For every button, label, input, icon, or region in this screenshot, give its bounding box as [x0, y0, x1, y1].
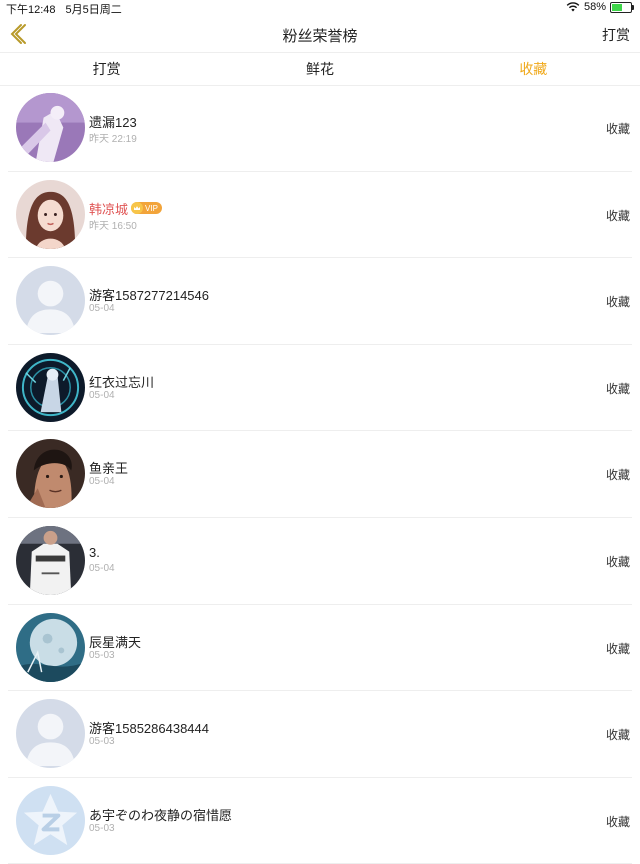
fan-name: 游客1585286438444	[89, 718, 209, 737]
woman-photo-avatar[interactable]	[16, 179, 85, 249]
fan-name-text: 鱼亲王	[89, 461, 129, 477]
fan-time: 05-04	[89, 562, 115, 574]
fan-name: 辰星满天	[89, 632, 141, 651]
favorite-label: 收藏	[605, 468, 630, 483]
fan-name-text: 红衣过忘川	[89, 374, 155, 390]
favorite-label: 收藏	[605, 381, 630, 396]
favorite-label: 收藏	[605, 641, 630, 656]
fan-time: 05-03	[89, 649, 115, 661]
favorite-label: 收藏	[605, 814, 630, 829]
list-item[interactable]: 游客1585286438444 05-03 收藏	[8, 691, 632, 778]
favorite-label: 收藏	[605, 554, 630, 569]
fan-name: 韩凉城 VIP	[89, 199, 162, 218]
status-right: 58%	[566, 1, 634, 13]
tab-bar: 打赏 鲜花 收藏	[0, 52, 640, 86]
fan-time: 05-04	[89, 476, 115, 488]
fan-time: 05-03	[89, 822, 115, 834]
fan-name: 游客1587277214546	[89, 285, 209, 304]
fan-name: 红衣过忘川	[89, 372, 154, 391]
qq-logo-avatar[interactable]	[16, 785, 85, 855]
list-item[interactable]: 辰星满天 05-03 收藏	[8, 605, 632, 692]
list-item[interactable]: 红衣过忘川 05-04 收藏	[8, 345, 632, 432]
favorite-label: 收藏	[605, 728, 630, 743]
nav-bar: 粉丝荣誉榜 打赏	[0, 16, 640, 52]
reward-button[interactable]: 打赏	[602, 25, 630, 45]
favorite-label: 收藏	[605, 208, 630, 223]
man-photo-avatar[interactable]	[16, 439, 85, 509]
fan-time: 昨天 16:50	[89, 220, 137, 232]
fan-name-text: 辰星满天	[89, 634, 142, 650]
favorite-label: 收藏	[605, 295, 630, 310]
favorite-label: 收藏	[605, 122, 630, 136]
list-item[interactable]: 遗漏123 昨天 22:19 收藏	[8, 85, 632, 172]
crown-icon	[131, 202, 144, 215]
default-user-avatar[interactable]	[16, 699, 85, 769]
lonely-shirt-avatar[interactable]	[16, 525, 85, 595]
vip-text: VIP	[145, 203, 158, 213]
vip-badge: VIP	[131, 202, 162, 215]
fan-name-text: 游客1587277214546	[89, 288, 209, 304]
battery-fill	[612, 3, 622, 11]
list-item[interactable]: 鱼亲王 05-04 收藏	[8, 431, 632, 518]
fan-name-text: 遗漏123	[89, 115, 137, 130]
fan-name: 鱼亲王	[89, 458, 128, 477]
status-date: 5月5日周二	[65, 4, 122, 16]
fan-time: 05-03	[89, 736, 115, 748]
fan-name-text: 3.	[89, 544, 100, 560]
list-item[interactable]: 游客1587277214546 05-04 收藏	[8, 258, 632, 345]
fan-time: 昨天 22:19	[89, 134, 137, 145]
fan-name-text: あ宇ぞのわ夜静の宿惜愿	[89, 807, 233, 823]
anime-dark-avatar[interactable]	[16, 352, 85, 422]
fan-name-text: 游客1585286438444	[89, 721, 209, 737]
fan-list: 遗漏123 昨天 22:19 收藏 韩凉城 VIP 昨天 16:50 收藏 游客1…	[0, 85, 640, 864]
list-item[interactable]: 韩凉城 VIP 昨天 16:50 收藏	[8, 172, 632, 259]
tab-reward[interactable]: 打赏	[0, 53, 213, 85]
list-item[interactable]: 3. 05-04 收藏	[8, 518, 632, 605]
tab-flowers[interactable]: 鲜花	[213, 53, 426, 85]
moon-art-avatar[interactable]	[16, 612, 85, 682]
default-user-avatar[interactable]	[16, 266, 85, 336]
fan-time: 05-04	[89, 303, 115, 315]
tab-favorites[interactable]: 收藏	[427, 53, 640, 85]
purple-photo-avatar[interactable]	[16, 93, 85, 162]
status-left: 下午12:48 5月5日周二	[6, 1, 132, 17]
battery-percent: 58%	[583, 1, 606, 13]
fan-time: 05-04	[89, 389, 115, 401]
list-item[interactable]: あ宇ぞのわ夜静の宿惜愿 05-03 收藏	[8, 778, 632, 864]
battery-icon	[610, 1, 634, 13]
fan-name-text: 韩凉城	[89, 201, 129, 217]
battery-cap	[632, 4, 634, 10]
fan-name: 3.	[89, 545, 100, 560]
page-title: 粉丝荣誉榜	[282, 28, 358, 45]
status-bar: 下午12:48 5月5日周二 58%	[0, 0, 640, 16]
wifi-icon	[566, 2, 580, 12]
status-time: 下午12:48	[6, 4, 56, 16]
fan-name: あ宇ぞのわ夜静の宿惜愿	[89, 805, 232, 824]
fan-name: 遗漏123	[89, 112, 137, 131]
